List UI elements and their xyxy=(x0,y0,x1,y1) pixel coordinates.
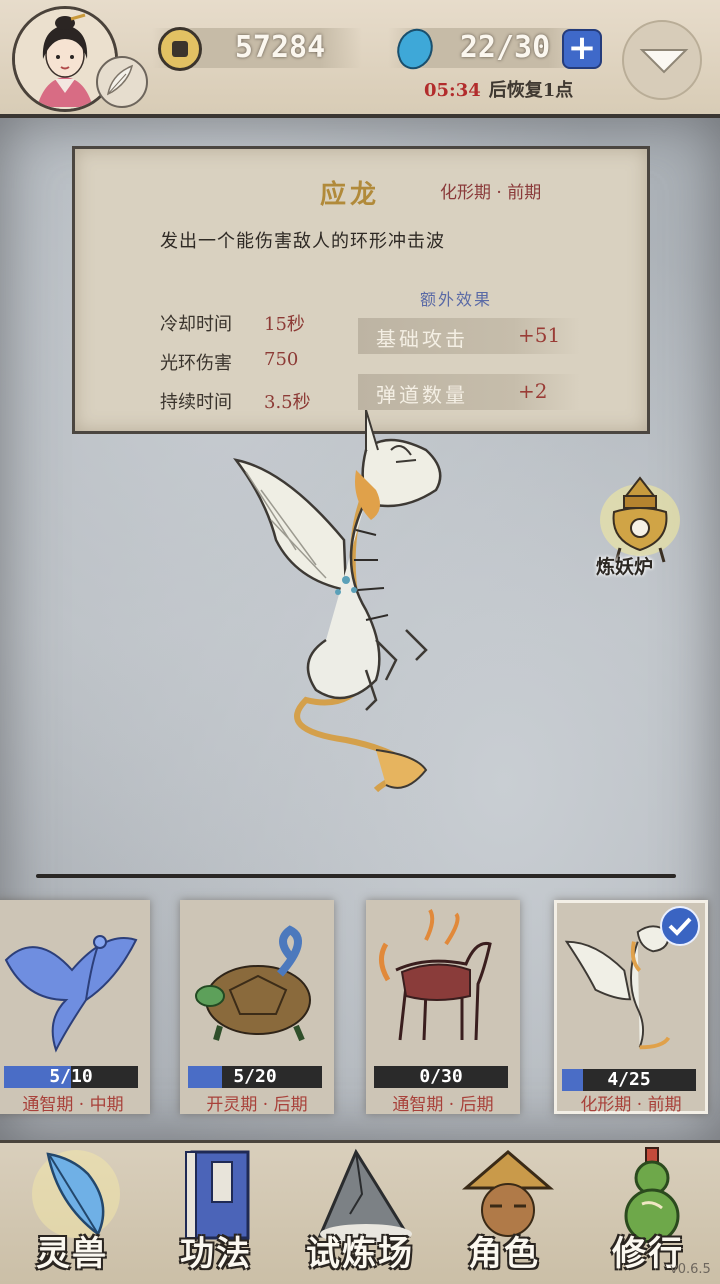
card-progress-bar: 0/30 xyxy=(374,1066,508,1088)
version-label: v0.6.5 xyxy=(670,1262,711,1277)
card-count: 5/20 xyxy=(233,1066,277,1087)
extra-effect-value: +2 xyxy=(518,379,548,403)
nav-label-trial-ground: 试炼场 xyxy=(306,1234,414,1274)
card-progress-bar: 4/25 xyxy=(562,1069,696,1091)
divider xyxy=(36,874,676,878)
beast-stage: 化形期 · 前期 xyxy=(440,183,542,203)
yinglong-dragon-illustration xyxy=(233,410,442,793)
card-stage: 化形期 · 前期 xyxy=(580,1095,682,1115)
selected-check-icon xyxy=(660,906,700,946)
stat-value-aura-damage: 750 xyxy=(264,349,299,370)
qilin-icon xyxy=(379,908,492,1041)
coin-icon xyxy=(158,27,202,71)
card-stage: 开灵期 · 后期 xyxy=(206,1095,308,1115)
extra-effects-title: 额外效果 xyxy=(420,290,493,309)
card-count: 4/25 xyxy=(607,1069,651,1090)
stat-label-duration: 持续时间 xyxy=(160,392,232,413)
card-stage: 通智期 · 中期 xyxy=(22,1095,124,1115)
recover-text: 后恢复1点 xyxy=(488,80,574,101)
card-stage: 通智期 · 后期 xyxy=(392,1095,494,1115)
recover-timer: 05:34 xyxy=(424,80,481,101)
extra-effect-label: 基础攻击 xyxy=(376,327,468,351)
card-count: 0/30 xyxy=(419,1066,463,1087)
dropdown-menu-button[interactable] xyxy=(622,20,702,100)
add-energy-button[interactable]: + xyxy=(562,29,602,69)
beast-card-turtle[interactable]: 5/20 开灵期 · 后期 xyxy=(180,900,334,1115)
beast-card-phoenix[interactable]: 5/10 通智期 · 中期 xyxy=(0,900,150,1115)
extra-effect-label: 弹道数量 xyxy=(376,383,468,407)
beast-description: 发出一个能伤害敌人的环形冲击波 xyxy=(160,231,445,252)
energy-value: 22/30 xyxy=(459,30,551,65)
stat-value-cooldown: 15秒 xyxy=(264,314,305,335)
black-tortoise-icon xyxy=(195,925,311,1042)
card-progress-bar: 5/10 xyxy=(4,1066,138,1088)
coin-value: 57284 xyxy=(234,30,326,65)
beast-card-qilin[interactable]: 0/30 通智期 · 后期 xyxy=(366,900,520,1115)
nav-label-skills: 功法 xyxy=(180,1234,252,1274)
card-progress-bar: 5/20 xyxy=(188,1066,322,1088)
feather-badge-icon xyxy=(96,56,148,108)
beast-name: 应龙 xyxy=(320,180,381,210)
nav-label-spirit-beast: 灵兽 xyxy=(36,1234,108,1274)
extra-effect-value: +51 xyxy=(518,323,561,347)
blue-phoenix-icon xyxy=(4,935,138,1053)
energy-recover-info: 05:34 后恢复1点 xyxy=(424,76,573,102)
stat-label-aura-damage: 光环伤害 xyxy=(160,353,232,374)
card-count: 5/10 xyxy=(49,1066,93,1087)
furnace-label: 炼妖炉 xyxy=(596,556,654,578)
chevron-down-icon xyxy=(639,49,689,74)
nav-label-character: 角色 xyxy=(468,1234,540,1274)
stat-label-cooldown: 冷却时间 xyxy=(160,314,232,335)
